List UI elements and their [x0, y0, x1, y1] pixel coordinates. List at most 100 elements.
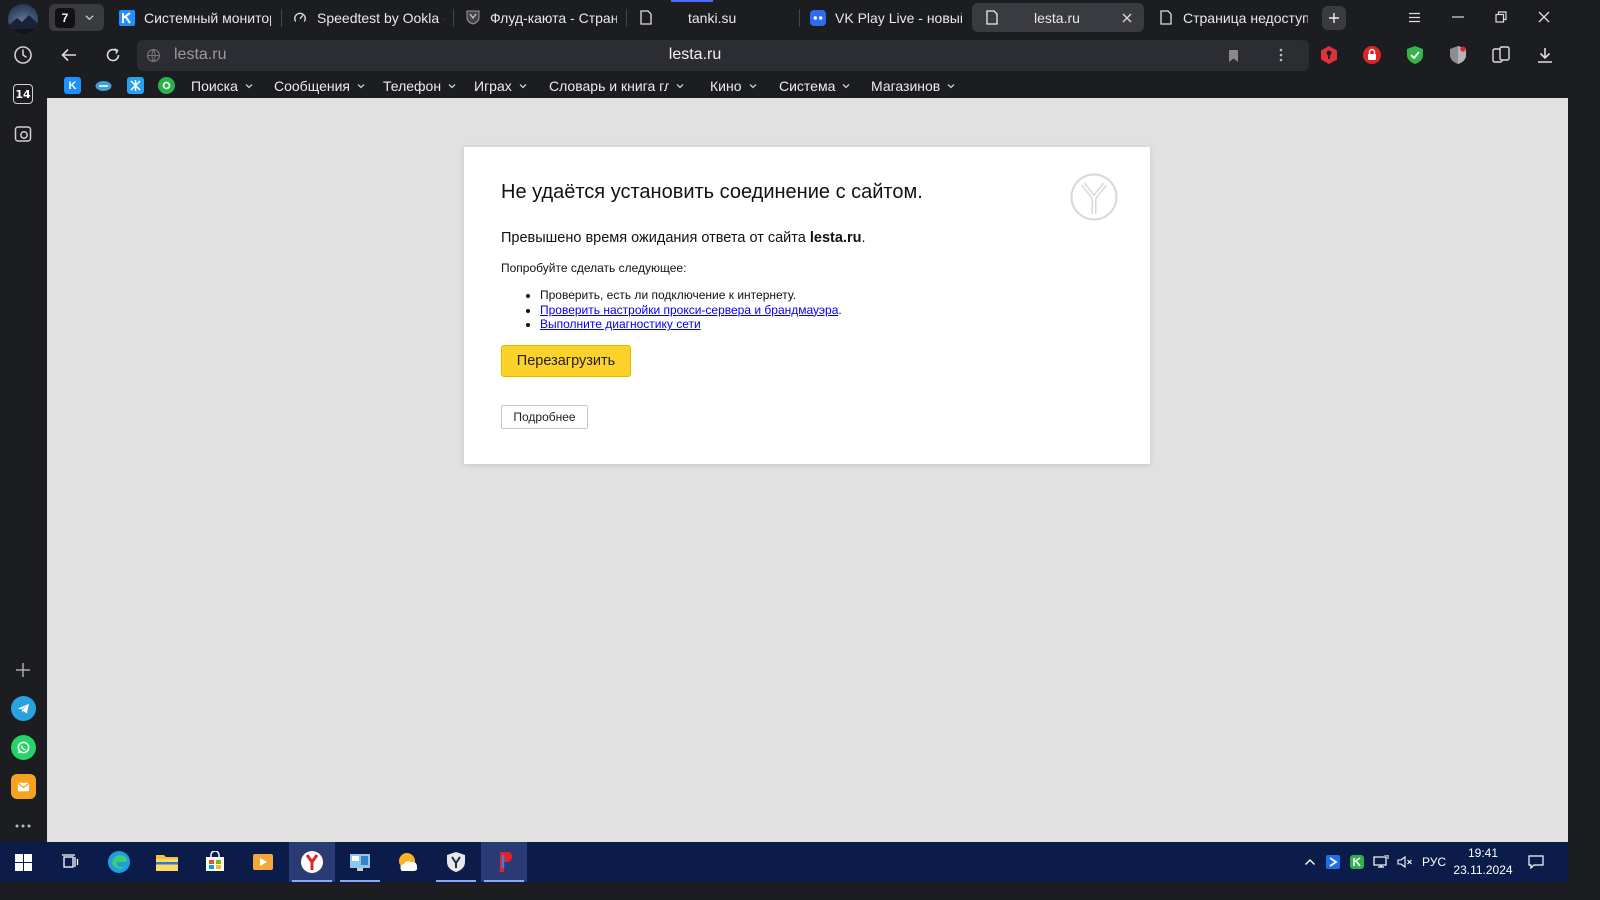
- suggestion-suffix: .: [838, 302, 842, 317]
- taskbar-control-panel[interactable]: [337, 842, 383, 882]
- taskbar-edge[interactable]: [96, 842, 142, 882]
- arrow-left-icon: [61, 48, 76, 62]
- bookmark-folder-search[interactable]: Поиска: [191, 76, 254, 96]
- tab-flood-cabin[interactable]: Флуд-каюта - Страни: [465, 3, 617, 32]
- tab-page-unavailable[interactable]: Страница недоступна: [1158, 3, 1308, 32]
- taskbar-store[interactable]: [192, 842, 238, 882]
- kaspersky-bookmark-icon[interactable]: K: [64, 77, 81, 94]
- tray-network[interactable]: [1370, 852, 1392, 872]
- tab-system-monitor[interactable]: Системный монитор: [119, 3, 271, 32]
- bookmark-folder-shops[interactable]: Магазинов: [871, 76, 956, 96]
- extension-protect-button[interactable]: [1403, 43, 1427, 67]
- tab-lesta-active[interactable]: lesta.ru: [972, 3, 1144, 32]
- calendar-button[interactable]: 14: [9, 80, 37, 108]
- history-button[interactable]: [9, 41, 37, 69]
- action-center-button[interactable]: [1524, 852, 1548, 872]
- tab-separator: [799, 9, 800, 27]
- details-button[interactable]: Подробнее: [501, 405, 588, 429]
- kaspersky-k-icon: [119, 9, 135, 26]
- weather-sun-cloud-icon: [399, 853, 418, 871]
- task-view-icon: [62, 854, 79, 868]
- bookmark-button[interactable]: [1225, 47, 1241, 65]
- mountain-avatar-icon: [8, 15, 38, 34]
- speaker-muted-icon: [1397, 855, 1412, 869]
- suggestions-label: Попробуйте сделать следующее:: [501, 261, 687, 275]
- sidebar-more-button[interactable]: [9, 812, 37, 840]
- bookmark-folder-label: Играх: [474, 78, 512, 94]
- downloads-button[interactable]: [1533, 43, 1557, 67]
- list-item: Проверить, есть ли подключение к интерне…: [540, 288, 842, 303]
- link-bookmark-icon[interactable]: [95, 77, 112, 94]
- profile-avatar[interactable]: [8, 4, 38, 34]
- reload-page-button[interactable]: Перезагрузить: [501, 345, 631, 377]
- whatsapp-icon: [17, 741, 30, 754]
- bookmark-folder-games[interactable]: Играх: [474, 76, 528, 96]
- network-diagnostics-link[interactable]: Выполните диагностику сети: [540, 317, 701, 331]
- yandex-browser-icon: [301, 851, 323, 873]
- taskbar-file-explorer[interactable]: [144, 842, 190, 882]
- red-hexagon-extension-icon: [1321, 46, 1337, 64]
- taskbar-yandex-browser[interactable]: [289, 842, 335, 882]
- tab-separator: [626, 9, 627, 27]
- whatsapp-button[interactable]: [11, 735, 36, 760]
- bookmark-folder-label: Система: [779, 78, 836, 94]
- close-tab-button[interactable]: [1120, 11, 1134, 25]
- extension-shield-button[interactable]: [1446, 43, 1470, 67]
- list-item: Проверить настройки прокси-сервера и бра…: [540, 303, 842, 318]
- tab-title: Страница недоступна: [1183, 9, 1308, 26]
- notification-icon: [1528, 855, 1544, 869]
- windows-logo-icon: [14, 853, 32, 871]
- restore-button[interactable]: [1484, 4, 1518, 30]
- tab-group-button[interactable]: 7: [49, 4, 104, 31]
- error-host: lesta.ru: [809, 230, 862, 246]
- address-bar[interactable]: lesta.ru lesta.ru: [137, 40, 1309, 71]
- bookmarks-bar: K Поиска Сообщения Телефон Играх Словарь…: [47, 74, 1568, 98]
- bookmark-folder-messages[interactable]: Сообщения: [274, 76, 366, 96]
- start-button[interactable]: [0, 842, 46, 882]
- tray-app-blue[interactable]: [1323, 852, 1343, 872]
- bookmark-folder-dictionary[interactable]: Словарь и книга глу: [549, 76, 685, 96]
- telegram-icon: [17, 703, 30, 714]
- tray-kaspersky[interactable]: [1347, 852, 1367, 872]
- green-bookmark-icon[interactable]: [158, 77, 175, 94]
- extension-adblock-button[interactable]: [1317, 43, 1341, 67]
- green-shield-check-icon: [1407, 46, 1423, 64]
- mail-button[interactable]: [11, 774, 36, 799]
- page-menu-button[interactable]: [1269, 43, 1293, 67]
- add-sidebar-app-button[interactable]: [9, 656, 37, 684]
- tray-language[interactable]: РУС: [1418, 852, 1450, 872]
- back-button[interactable]: [55, 42, 83, 68]
- blue-app-bookmark-icon[interactable]: [127, 77, 144, 94]
- collections-button[interactable]: [1489, 43, 1513, 67]
- new-tab-button[interactable]: [1322, 6, 1346, 30]
- screenshot-button[interactable]: [9, 120, 37, 148]
- tray-overflow-button[interactable]: [1300, 852, 1320, 872]
- taskbar-game-client[interactable]: [433, 842, 479, 882]
- telegram-button[interactable]: [11, 696, 36, 721]
- browser-menu-button[interactable]: [1397, 4, 1431, 30]
- close-icon: [1122, 13, 1132, 22]
- bookmark-folder-phone[interactable]: Телефон: [383, 76, 457, 96]
- vk-play-icon: [810, 9, 826, 26]
- extension-lock-button[interactable]: [1360, 43, 1384, 67]
- tray-volume[interactable]: [1395, 852, 1415, 872]
- media-player-icon: [253, 854, 273, 870]
- task-view-button[interactable]: [47, 842, 93, 882]
- tab-tanki[interactable]: tanki.su: [638, 3, 790, 32]
- tab-title: lesta.ru: [1034, 9, 1080, 26]
- taskbar-media-player[interactable]: [240, 842, 286, 882]
- monitor-app-icon: [350, 854, 370, 871]
- bookmark-folder-system[interactable]: Система: [779, 76, 851, 96]
- tray-clock[interactable]: 19:41 23.11.2024: [1452, 845, 1514, 879]
- close-window-button[interactable]: [1527, 4, 1561, 30]
- envelope-icon: [17, 782, 30, 792]
- reload-button[interactable]: [99, 42, 127, 68]
- taskbar-weather[interactable]: [385, 842, 431, 882]
- proxy-firewall-settings-link[interactable]: Проверить настройки прокси-сервера и бра…: [540, 303, 838, 317]
- tab-speedtest[interactable]: Speedtest by Ookla - T: [292, 3, 444, 32]
- taskbar-lesta-game-center[interactable]: [481, 842, 527, 882]
- tab-vk-play[interactable]: VK Play Live - новый г: [810, 3, 962, 32]
- minimize-button[interactable]: [1441, 4, 1475, 30]
- navigation-toolbar: lesta.ru lesta.ru: [47, 35, 1568, 74]
- bookmark-folder-cinema[interactable]: Кино: [710, 76, 758, 96]
